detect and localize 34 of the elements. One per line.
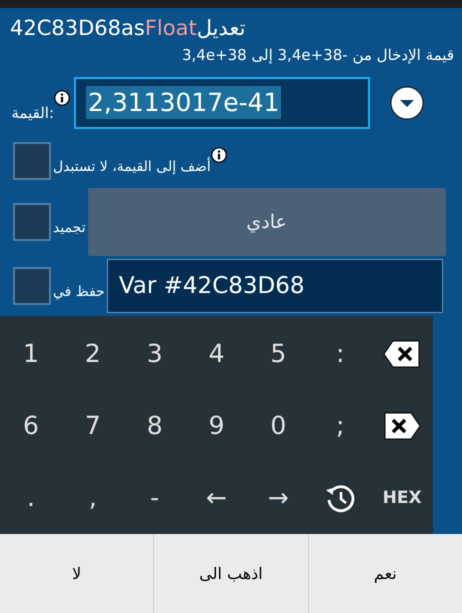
- checkbox[interactable]: [13, 142, 51, 180]
- range-hint: قيمة الإدخال من -3,4e+38 إلى 3,4e+38: [180, 44, 455, 66]
- value-label: القيمة:: [11, 104, 54, 122]
- backspace-icon[interactable]: [383, 340, 422, 368]
- variable-field[interactable]: Var #42C83D68: [106, 258, 443, 313]
- keyboard-key[interactable]: HEX: [371, 462, 433, 534]
- keyboard-key[interactable]: 3: [124, 318, 186, 390]
- keyboard-key[interactable]: 1: [0, 318, 62, 390]
- option-label: حفظ في: [53, 284, 105, 300]
- keyboard-key[interactable]: 8: [124, 390, 186, 462]
- keyboard-key[interactable]: -: [124, 462, 186, 534]
- value-input[interactable]: 2,3113017e-41: [74, 76, 370, 129]
- option-label: أضف إلى القيمة، لا تستبدل: [53, 158, 211, 175]
- keyboard-key[interactable]: ←: [186, 462, 248, 534]
- keyboard-key[interactable]: :: [309, 318, 372, 390]
- info-icon[interactable]: [210, 146, 227, 163]
- dropdown-icon[interactable]: [390, 86, 424, 120]
- keyboard-key[interactable]: ;: [309, 390, 372, 462]
- keyboard-key[interactable]: 7: [62, 390, 124, 462]
- mode-button[interactable]: عادي: [88, 188, 446, 256]
- keyboard-key[interactable]: 5: [247, 318, 310, 390]
- keyboard-key[interactable]: →: [247, 462, 310, 534]
- keyboard-key[interactable]: .: [0, 462, 62, 534]
- info-icon[interactable]: [54, 90, 70, 106]
- checkbox[interactable]: [13, 202, 51, 241]
- keyboard-key[interactable]: 2: [62, 318, 124, 390]
- delete-icon[interactable]: [383, 412, 422, 440]
- keyboard-key[interactable]: ,: [62, 462, 124, 534]
- keyboard-key[interactable]: 0: [247, 390, 310, 462]
- checkbox[interactable]: [13, 266, 51, 305]
- keyboard-key[interactable]: 4: [186, 318, 248, 390]
- keyboard-key[interactable]: 9: [186, 390, 248, 462]
- keyboard-key[interactable]: 6: [0, 390, 62, 462]
- option-label: تجميد: [53, 220, 86, 236]
